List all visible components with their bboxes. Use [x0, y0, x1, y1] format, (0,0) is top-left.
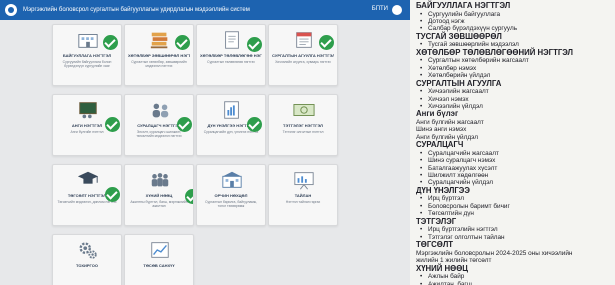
module-card[interactable]: АНГИ НЭГТГЭЛ Анги бүлгийн нэгтгэл: [52, 94, 122, 156]
module-description: Сургалтын хөтөлбөр, зөвшөөрлийн мэдээлэл…: [131, 60, 187, 69]
module-card[interactable]: БАЙГУУЛЛАГА НЭГТГЭЛ Сургуулийн байгууллаг…: [52, 24, 122, 86]
note-bullet: Ажлын байр: [416, 273, 615, 281]
module-title: ТӨСӨВ САНХҮҮ: [143, 263, 175, 268]
module-title: ТЭТГЭЛЭГ НЭГТГЭЛ: [283, 123, 323, 128]
module-description: Сургалтын төлөвлөгөө нэгтгэх: [207, 60, 255, 64]
note-bullet: Ирц бүртгэл: [416, 195, 615, 203]
app-header: Мэргэжлийн боловсрол сургалтын байгуулла…: [0, 0, 410, 20]
module-title: ОРЧИН НӨХЦӨЛ: [214, 193, 248, 198]
user-name[interactable]: БПТИ: [372, 6, 388, 12]
agenda-icon: [296, 32, 312, 48]
people-icon: [151, 173, 169, 187]
module-title: ХӨТӨЛБӨР ТӨЛӨВЛӨГӨӨ НЭГТГЭЛ: [200, 53, 262, 58]
note-bullet: Хичээл нэмэх: [416, 96, 615, 104]
graduation-icon: [77, 171, 99, 184]
check-icon: [105, 117, 120, 132]
note-bullet: Суралцагчийн үйлдэл: [416, 179, 615, 187]
module-title: СУРГАЛТЫН АГУУЛГА НЭГТГЭЛ: [272, 53, 334, 58]
note-heading: ТЭТГЭЛЭГ: [416, 216, 457, 226]
note-bullet: Сургалтын хөтөлбөрийн жагсаалт: [416, 57, 615, 65]
module-title: ТАЙЛАН: [294, 193, 312, 198]
check-icon: [177, 117, 192, 132]
module-title: ТОХИРГОО: [76, 263, 98, 268]
note-bullet: Суралцагчийн жагсаалт: [416, 150, 615, 158]
note-bullet: Ажилтан, багш: [416, 281, 615, 285]
module-description: Ажилтны бүртгэл, багш, мэргэжлийн ажилта…: [130, 200, 188, 209]
module-card[interactable]: ТӨСӨВ САНХҮҮ: [124, 234, 194, 285]
notes-paper: БАЙГУУЛЛАГА НЭГТГЭЛСургуулийн байгууллаг…: [412, 0, 615, 285]
note-bullet: Сургуулийн байгууллага: [416, 11, 615, 19]
module-card[interactable]: СУРАЛЦАГЧ НЭГТГЭЛ Элсэлт, суралцагч шилжи…: [124, 94, 194, 156]
module-card[interactable]: ТАЙЛАН Нэгтгэл тайлан гаргах: [268, 164, 338, 226]
module-card[interactable]: СУРГАЛТЫН АГУУЛГА НЭГТГЭЛ Хичээлийн агуул…: [268, 24, 338, 86]
logo-icon: [5, 4, 17, 16]
note-line: Анги бүлгийн жагсаалт: [416, 119, 484, 127]
note-heading: БАЙГУУЛЛАГА НЭГТГЭЛ: [416, 1, 511, 10]
note-line: Мэргэжлийн боловсролын 2024-2025 оны хич…: [416, 249, 573, 257]
stack-icon: [150, 32, 168, 49]
browser-screen: Мэргэжлийн боловсрол сургалтын байгуулла…: [0, 0, 410, 285]
module-card[interactable]: ТОХИРГОО: [52, 234, 122, 285]
note-bullet: Салбар бүрэлдэхүүн сургууль: [416, 25, 615, 33]
module-card[interactable]: ДҮН ҮНЭЛГЭЭ НЭГТГЭЛ Суралцагчийн дүн, үнэ…: [196, 94, 266, 156]
report-icon: [224, 101, 239, 119]
presentation-icon: [294, 172, 314, 190]
note-heading: СУРГАЛТЫН АГУУЛГА: [416, 78, 502, 88]
campus-icon: [222, 171, 242, 188]
module-description: Сургуулийн байгууллага болон бүрэлдэхүүн…: [62, 60, 112, 69]
module-description: Хичээлийн агуулга, хуваарь нэгтгэх: [275, 60, 331, 64]
class-icon: [79, 102, 97, 119]
note-bullet: Төгсөлтийн дүн: [416, 210, 615, 218]
module-description: Нэгтгэл тайлан гаргах: [285, 200, 321, 204]
module-card[interactable]: ТӨГСӨЛТ НЭГТГЭЛ Төгсөгчийн мэдээлэл, дипл…: [52, 164, 122, 226]
check-icon: [319, 35, 334, 50]
module-card[interactable]: ОРЧИН НӨХЦӨЛ Сургалтын барилга, байгуулам…: [196, 164, 266, 226]
check-icon: [175, 35, 190, 50]
check-icon: [247, 37, 262, 52]
note-bullet: Хичээлийн үйлдэл: [416, 103, 615, 111]
note-bullet: Баталгаажуулах хүсэлт: [416, 165, 615, 173]
module-title: ХҮНИЙ НӨӨЦ: [145, 193, 173, 198]
note-heading: Анги бүлэг: [416, 109, 459, 119]
chart-icon: [151, 242, 169, 258]
gears-icon: [79, 242, 97, 259]
note-bullet: Шинэ суралцагч нэмэх: [416, 157, 615, 165]
note-heading: ТӨГСӨЛТ: [416, 240, 454, 250]
note-bullet: Хичээлийн жагсаалт: [416, 88, 615, 96]
check-icon: [105, 187, 120, 202]
document-icon: [225, 31, 239, 49]
module-card[interactable]: ХӨТӨЛБӨР ТӨЛӨВЛӨГӨӨ НЭГТГЭЛ Сургалтын төл…: [196, 24, 266, 86]
note-bullet: Тусгай зөвшөөрлийн мэдээлэл: [416, 41, 615, 49]
note-bullet: Ирц бүртгэлийн нэгтгэл: [416, 226, 615, 234]
note-heading: ХҮНИЙ НӨӨЦ: [416, 263, 468, 273]
module-description: Сургалтын барилга, байгууламж, тоног төх…: [205, 200, 257, 209]
students-icon: [152, 103, 169, 118]
note-line: Шинэ анги нэмэх: [416, 126, 467, 134]
system-title: Мэргэжлийн боловсрол сургалтын байгуулла…: [23, 7, 250, 13]
module-card[interactable]: ТЭТГЭЛЭГ НЭГТГЭЛ Тэтгэлэг олголтын нэгтгэ…: [268, 94, 338, 156]
note-bullet: Тэтгэлэг олголтын тайлан: [416, 234, 615, 242]
module-description: Тэтгэлэг олголтын нэгтгэл: [282, 130, 324, 134]
check-icon: [185, 189, 193, 204]
note-bullet: Хөтөлбөрийн үйлдэл: [416, 72, 615, 80]
check-icon: [247, 117, 262, 132]
user-avatar-icon[interactable]: [392, 5, 402, 15]
check-icon: [103, 35, 118, 50]
building-icon: [78, 34, 98, 48]
note-heading: СУРАЛЦАГЧ: [416, 140, 464, 150]
module-card[interactable]: ХӨТӨЛБӨР ЗӨВШӨӨРӨЛ НЭГТГЭЛ Сургалтын хөтө…: [124, 24, 194, 86]
module-description: Элсэлт, суралцагч шилжилт, төгсөлтийн мэ…: [136, 130, 182, 139]
module-title: БАЙГУУЛЛАГА НЭГТГЭЛ: [62, 53, 112, 58]
module-card[interactable]: ХҮНИЙ НӨӨЦ Ажилтны бүртгэл, багш, мэргэжл…: [124, 164, 194, 226]
module-title: ХӨТӨЛБӨР ЗӨВШӨӨРӨЛ НЭГТГЭЛ: [128, 53, 190, 58]
money-icon: [293, 104, 315, 116]
